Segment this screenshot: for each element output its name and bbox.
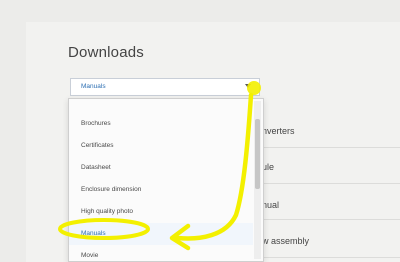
list-item-label: nual [262, 200, 280, 210]
dropdown-option-certificates[interactable]: Certificates [69, 135, 253, 157]
option-label: Enclosure dimension [81, 186, 142, 193]
option-label: Datasheet [81, 164, 111, 171]
scrollbar-thumb[interactable] [255, 119, 260, 189]
option-label: Brochures [81, 120, 111, 127]
list-item-label: w assembly [262, 236, 310, 246]
dropdown-option-high-quality-photo[interactable]: High quality photo [69, 201, 253, 223]
option-label: High quality photo [81, 208, 134, 215]
option-label: Manuals [81, 230, 106, 237]
option-label: Certificates [81, 142, 114, 149]
option-label: Movie [81, 252, 99, 259]
list-row[interactable] [258, 148, 400, 184]
page-title: Downloads [68, 44, 145, 61]
select-value: Manuals [81, 83, 106, 90]
dropdown-option-enclosure-dimension[interactable]: Enclosure dimension [69, 179, 253, 201]
dropdown-option-datasheet[interactable]: Datasheet [69, 157, 253, 179]
category-dropdown: Brochures Certificates Datasheet Enclosu… [68, 98, 264, 262]
dropdown-option-manuals[interactable]: Manuals [69, 223, 253, 245]
dropdown-scrollbar[interactable] [254, 101, 261, 259]
chevron-down-icon [245, 84, 251, 88]
list-item-label: nverters [262, 126, 295, 136]
dropdown-option-brochures[interactable]: Brochures [69, 113, 253, 135]
dropdown-option-movie[interactable]: Movie [69, 245, 253, 261]
list-row[interactable] [258, 184, 400, 220]
category-select[interactable]: Manuals [70, 78, 260, 96]
